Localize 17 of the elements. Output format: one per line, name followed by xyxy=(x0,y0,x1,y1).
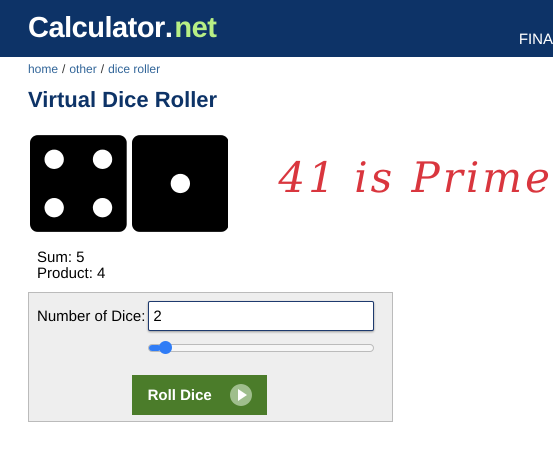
site-logo[interactable]: Calculator.net xyxy=(28,12,216,45)
breadcrumb-link[interactable]: dice roller xyxy=(108,62,160,76)
page-title: Virtual Dice Roller xyxy=(28,87,218,113)
breadcrumb-separator: / xyxy=(100,62,104,76)
slider-thumb[interactable] xyxy=(158,341,172,354)
breadcrumb-separator: / xyxy=(62,62,66,76)
dice-slider[interactable] xyxy=(148,344,374,352)
result-text: Sum: 5 xyxy=(37,250,86,266)
handwritten-note: 41 is Prime xyxy=(278,153,553,202)
play-icon xyxy=(230,384,252,406)
breadcrumb-link[interactable]: home xyxy=(28,62,58,76)
roll-button[interactable]: Roll Dice xyxy=(132,375,268,415)
result-text: Product: 4 xyxy=(37,266,106,282)
number-input[interactable]: 2 xyxy=(148,301,374,331)
breadcrumb-link[interactable]: other xyxy=(69,62,97,76)
nav-link[interactable]: FINA xyxy=(518,31,553,48)
field-label: Number of Dice: xyxy=(37,308,146,324)
